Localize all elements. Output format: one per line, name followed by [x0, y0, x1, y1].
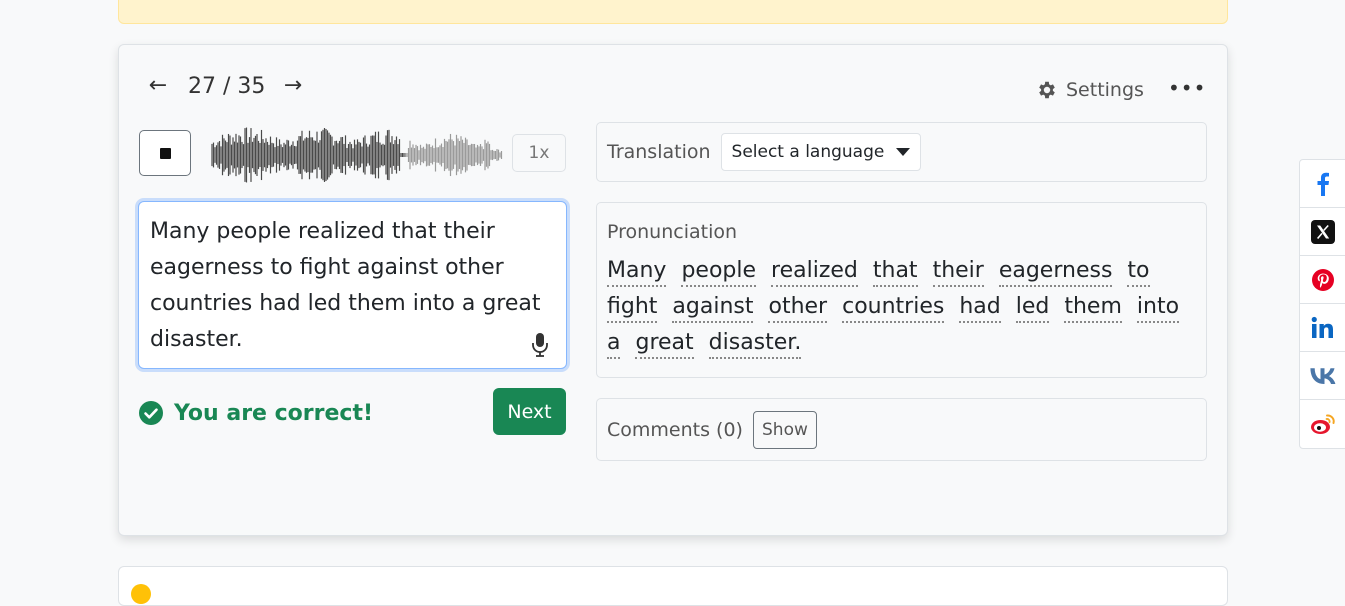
sentence-counter: 27 / 35 [188, 74, 266, 99]
comments-label: Comments (0) [607, 418, 743, 441]
gear-icon [1039, 81, 1055, 99]
caret-down-icon [896, 148, 911, 156]
vk-icon [1310, 367, 1336, 384]
share-weibo-button[interactable] [1300, 400, 1345, 448]
pronunciation-word[interactable]: led [1015, 293, 1050, 323]
pinterest-icon [1312, 268, 1334, 291]
x-icon [1311, 219, 1335, 244]
pronunciation-word[interactable]: people [681, 257, 757, 287]
audio-waveform[interactable] [210, 126, 504, 184]
language-select-value: Select a language [731, 142, 885, 162]
pronunciation-word[interactable]: a [607, 329, 621, 359]
next-button[interactable]: Next [493, 388, 566, 435]
answer-text: Many people realized that their eagernes… [150, 219, 541, 352]
share-facebook-button[interactable] [1300, 160, 1345, 208]
pronunciation-word[interactable]: disaster. [708, 329, 802, 359]
show-comments-button[interactable]: Show [752, 410, 817, 449]
pronunciation-panel: Pronunciation Many people realized that thei… [596, 202, 1207, 378]
weibo-icon [1311, 414, 1335, 434]
facebook-icon [1317, 172, 1329, 196]
comments-panel: Comments (0) Show [596, 398, 1207, 461]
notice-banner [118, 0, 1228, 24]
language-select[interactable]: Select a language [720, 133, 922, 171]
pronunciation-word[interactable]: realized [771, 257, 858, 287]
settings-button[interactable]: Settings [1036, 76, 1144, 104]
pronunciation-word[interactable]: their [932, 257, 984, 287]
pronunciation-label: Pronunciation [607, 221, 738, 243]
pronunciation-word[interactable]: that [872, 257, 918, 287]
pronunciation-word[interactable]: had [959, 293, 1001, 323]
share-bar [1299, 159, 1345, 449]
microphone-icon[interactable] [530, 332, 550, 358]
pronunciation-word[interactable]: great [635, 329, 694, 359]
prev-sentence-button[interactable]: ← [144, 72, 172, 100]
correct-feedback: You are correct! [138, 398, 373, 428]
lightbulb-icon [131, 584, 151, 604]
pronunciation-word[interactable]: Many [607, 257, 667, 287]
playback-speed-button[interactable]: 1x [512, 134, 566, 172]
stop-icon [159, 147, 171, 159]
pronunciation-word[interactable]: fight [607, 293, 658, 323]
pronunciation-word[interactable]: other [768, 293, 828, 323]
pronunciation-word[interactable]: eagerness [998, 257, 1113, 287]
answer-input[interactable]: Many people realized that their eagernes… [138, 201, 567, 369]
stop-button[interactable] [139, 130, 191, 176]
linkedin-icon [1311, 316, 1333, 338]
next-sentence-button[interactable]: → [279, 72, 307, 100]
tip-card [118, 566, 1228, 606]
check-circle-icon [139, 401, 163, 425]
share-x-button[interactable] [1300, 208, 1345, 256]
pronunciation-word[interactable]: into [1136, 293, 1180, 323]
pronunciation-word[interactable]: them [1064, 293, 1122, 323]
pronunciation-word[interactable]: countries [842, 293, 945, 323]
share-linkedin-button[interactable] [1300, 304, 1345, 352]
translation-panel: Translation Select a language [596, 122, 1207, 182]
settings-label: Settings [1066, 79, 1144, 101]
pronunciation-word[interactable]: to [1127, 257, 1150, 287]
translation-label: Translation [607, 141, 711, 163]
share-vk-button[interactable] [1300, 352, 1345, 400]
pronunciation-words: Many people realized that their eagerness to fi… [607, 253, 1196, 361]
correct-message: You are correct! [174, 400, 373, 426]
more-options-button[interactable]: ••• [1168, 78, 1205, 102]
pronunciation-word[interactable]: against [672, 293, 754, 323]
share-pinterest-button[interactable] [1300, 256, 1345, 304]
